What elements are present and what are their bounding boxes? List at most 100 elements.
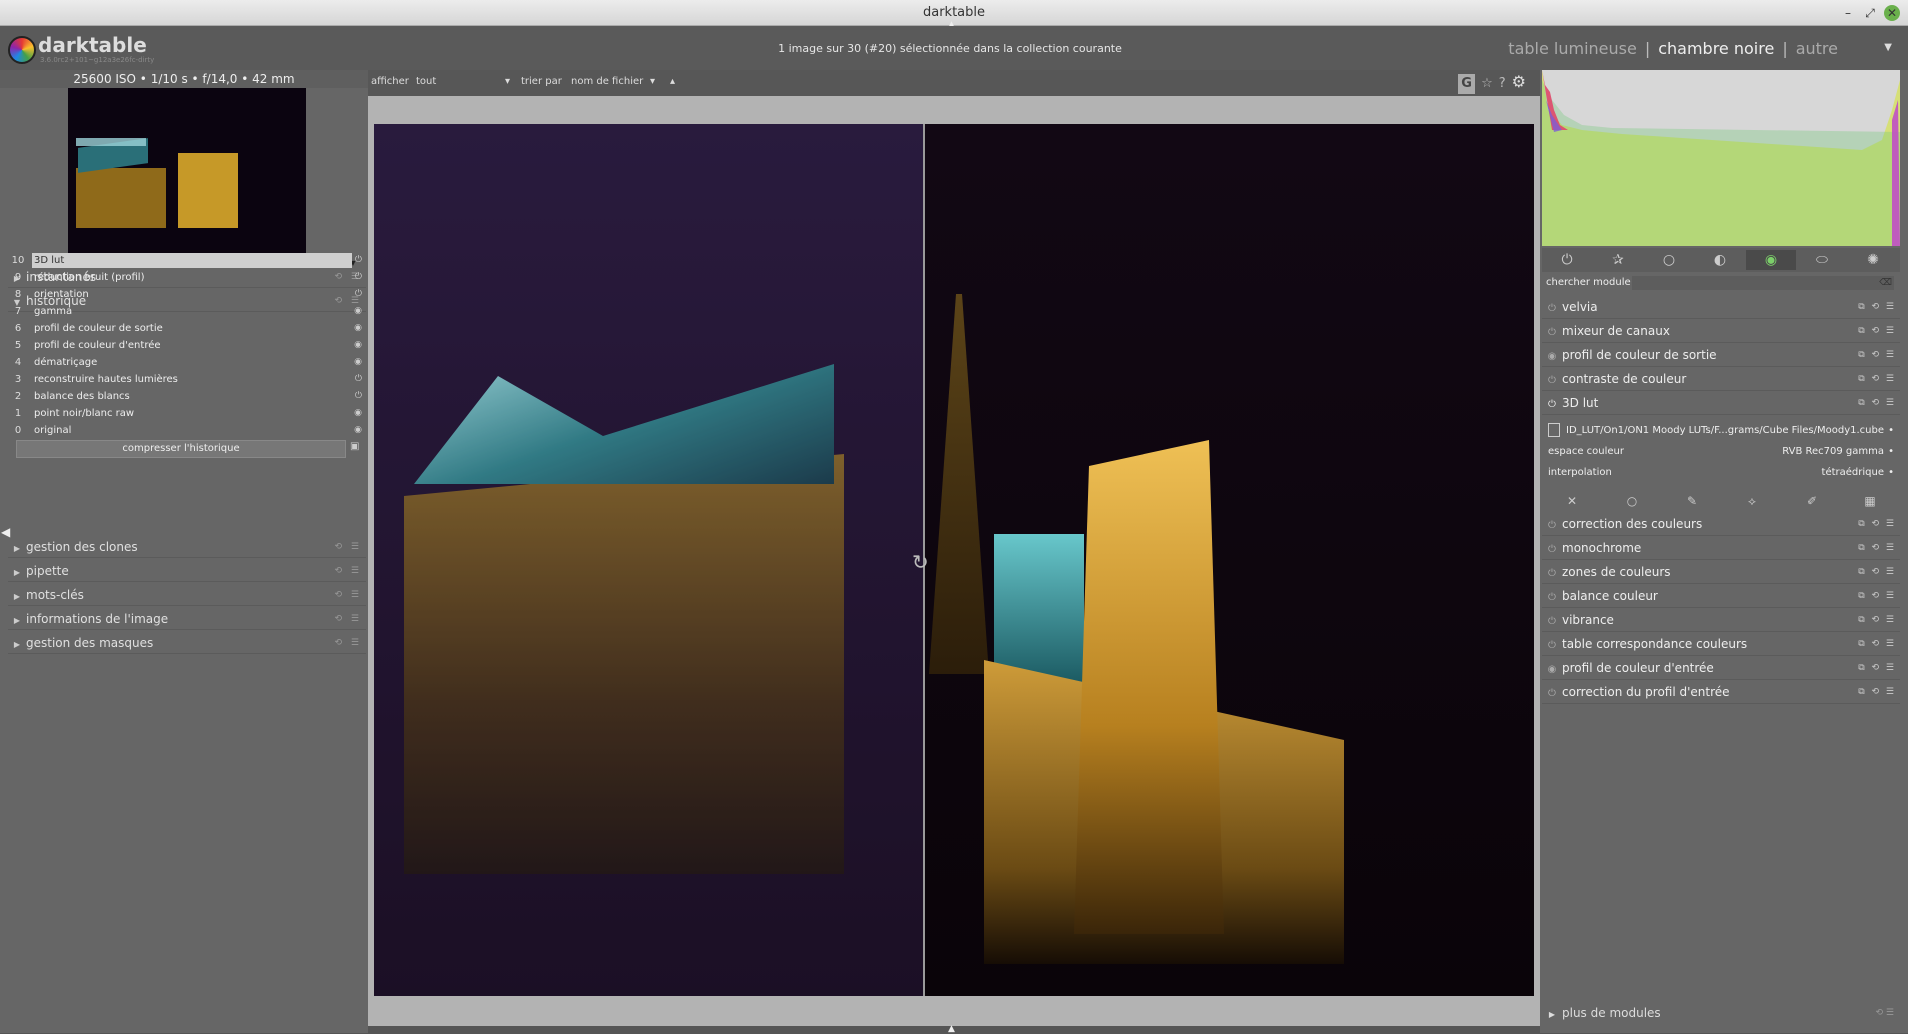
module-actions-icon[interactable]: ⧉ ⟲ ☰	[1858, 512, 1896, 536]
module-monochrome[interactable]: ⏻ monochrome ⧉ ⟲ ☰	[1542, 536, 1900, 560]
active-modules-icon[interactable]: ⏻	[1542, 250, 1592, 270]
module-reset-icon[interactable]: ⟲ ☰	[335, 584, 362, 606]
history-item[interactable]: 3 reconstruire hautes lumières ⏻	[8, 371, 366, 388]
clear-search-icon[interactable]: ⌫	[1879, 274, 1892, 292]
power-icon[interactable]: ⏻	[1542, 586, 1562, 610]
color-group-icon[interactable]: ◉	[1746, 250, 1796, 270]
module-actions-icon[interactable]: ⧉ ⟲ ☰	[1858, 560, 1896, 584]
module-actions-icon[interactable]: ⧉ ⟲ ☰	[1858, 680, 1896, 704]
module-mixeur-canaux[interactable]: ⏻ mixeur de canaux ⧉ ⟲ ☰	[1542, 319, 1900, 343]
history-item[interactable]: 8 orientation ⏻	[8, 286, 366, 303]
module-reset-icon[interactable]: ⟲ ☰	[1876, 1002, 1894, 1024]
sort-dropdown[interactable]: nom de fichier	[571, 76, 643, 87]
module-contraste-couleur[interactable]: ⏻ contraste de couleur ⧉ ⟲ ☰	[1542, 367, 1900, 391]
gear-icon[interactable]: ⚙	[1512, 72, 1526, 91]
module-actions-icon[interactable]: ⧉ ⟲ ☰	[1858, 632, 1896, 656]
power-icon[interactable]: ⏻	[1542, 538, 1562, 562]
module-pipette[interactable]: ▶ pipette ⟲ ☰	[8, 560, 366, 582]
grouping-toggle[interactable]: G	[1458, 74, 1476, 94]
module-correction-profil-entree[interactable]: ⏻ correction du profil d'entrée ⧉ ⟲ ☰	[1542, 680, 1900, 704]
minimize-icon[interactable]: –	[1838, 3, 1858, 23]
history-style-icon[interactable]: ▣	[350, 441, 359, 452]
history-item[interactable]: 9 réduction bruit (profil) ⏻	[8, 269, 366, 286]
histogram[interactable]	[1542, 70, 1900, 246]
module-actions-icon[interactable]: ⧉ ⟲ ☰	[1858, 367, 1896, 391]
module-actions-icon[interactable]: ⧉ ⟲ ☰	[1858, 608, 1896, 632]
colorspace-combo[interactable]: espace couleur RVB Rec709 gamma •	[1548, 443, 1894, 461]
compress-history-button[interactable]: compresser l'historique	[16, 440, 346, 458]
view-other[interactable]: autre	[1796, 39, 1838, 58]
module-table-correspondance[interactable]: ⏻ table correspondance couleurs ⧉ ⟲ ☰	[1542, 632, 1900, 656]
power-icon[interactable]: ⏻	[1542, 321, 1562, 345]
module-reset-icon[interactable]: ⟲ ☰	[335, 560, 362, 582]
module-profil-sortie[interactable]: ◉ profil de couleur de sortie ⧉ ⟲ ☰	[1542, 343, 1900, 367]
parametric-mask-icon[interactable]: ⟡	[1722, 494, 1782, 509]
module-profil-entree[interactable]: ◉ profil de couleur d'entrée ⧉ ⟲ ☰	[1542, 656, 1900, 680]
module-reset-icon[interactable]: ⟲ ☰	[335, 608, 362, 630]
module-correction-couleurs[interactable]: ⏻ correction des couleurs ⧉ ⟲ ☰	[1542, 512, 1900, 536]
history-item[interactable]: 10 3D lut ⏻	[8, 252, 366, 269]
power-on-icon[interactable]: ⏻	[1542, 393, 1562, 417]
module-gestion-des-clones[interactable]: ▶ gestion des clones ⟲ ☰	[8, 536, 366, 558]
history-item[interactable]: 7 gamma ◉	[8, 303, 366, 320]
power-icon[interactable]: ⏻	[1542, 369, 1562, 393]
correct-group-icon[interactable]: ⬭	[1797, 250, 1847, 270]
rotate-split-icon[interactable]: ↻	[912, 550, 929, 574]
module-actions-icon[interactable]: ⧉ ⟲ ☰	[1858, 319, 1896, 343]
power-icon[interactable]: ⏻	[1542, 297, 1562, 321]
dropdown-arrow-icon[interactable]: ▾	[650, 76, 655, 87]
interpolation-combo[interactable]: interpolation tétraédrique •	[1548, 464, 1894, 482]
history-item[interactable]: 1 point noir/blanc raw ◉	[8, 405, 366, 422]
module-reset-icon[interactable]: ⟲ ☰	[335, 536, 362, 558]
more-modules[interactable]: ▶ plus de modules ⟲ ☰	[1542, 1002, 1900, 1024]
drawn-mask-icon[interactable]: ✎	[1662, 494, 1722, 508]
history-item[interactable]: 4 dématriçage ◉	[8, 354, 366, 371]
module-3d-lut[interactable]: ⏻ 3D lut ⧉ ⟲ ☰	[1542, 391, 1900, 415]
power-icon[interactable]: ⏻	[1542, 562, 1562, 586]
module-gestion-des-masques[interactable]: ▶ gestion des masques ⟲ ☰	[8, 632, 366, 654]
history-item[interactable]: 2 balance des blancs ⏻	[8, 388, 366, 405]
history-item[interactable]: 5 profil de couleur d'entrée ◉	[8, 337, 366, 354]
navigation-thumbnail[interactable]	[68, 88, 306, 268]
view-dropdown-icon[interactable]: ▼	[1884, 42, 1892, 53]
sort-order-icon[interactable]: ▴	[670, 76, 675, 87]
uniform-blend-icon[interactable]: ○	[1602, 494, 1662, 508]
view-lighttable[interactable]: table lumineuse	[1508, 39, 1637, 58]
history-item[interactable]: 6 profil de couleur de sortie ◉	[8, 320, 366, 337]
module-actions-icon[interactable]: ⧉ ⟲ ☰	[1858, 295, 1896, 319]
tone-group-icon[interactable]: ◐	[1695, 250, 1745, 270]
power-icon[interactable]: ⏻	[1542, 682, 1562, 706]
help-icon[interactable]: ?	[1499, 76, 1506, 91]
image-preview[interactable]	[374, 124, 1534, 996]
module-actions-icon[interactable]: ⧉ ⟲ ☰	[1858, 343, 1896, 367]
lut-file-selector[interactable]: ID_LUT/On1/ON1 Moody LUTs/F...grams/Cube…	[1548, 422, 1894, 440]
raster-mask-icon[interactable]: ▦	[1840, 494, 1900, 508]
show-filter-dropdown[interactable]: tout	[416, 76, 436, 87]
module-actions-icon[interactable]: ⧉ ⟲ ☰	[1858, 536, 1896, 560]
power-icon[interactable]: ⏻	[1542, 634, 1562, 658]
module-balance-couleur[interactable]: ⏻ balance couleur ⧉ ⟲ ☰	[1542, 584, 1900, 608]
module-reset-icon[interactable]: ⟲ ☰	[335, 632, 362, 654]
favorites-icon[interactable]: ✰	[1593, 250, 1643, 270]
module-informations-image[interactable]: ▶ informations de l'image ⟲ ☰	[8, 608, 366, 630]
blend-off-icon[interactable]: ✕	[1542, 494, 1602, 508]
module-actions-icon[interactable]: ⧉ ⟲ ☰	[1858, 656, 1896, 680]
base-group-icon[interactable]: ○	[1644, 250, 1694, 270]
drawn-parametric-mask-icon[interactable]: ✐	[1782, 494, 1842, 508]
module-zones-couleurs[interactable]: ⏻ zones de couleurs ⧉ ⟲ ☰	[1542, 560, 1900, 584]
view-darkroom[interactable]: chambre noire	[1658, 39, 1774, 58]
star-icon[interactable]: ☆	[1481, 76, 1493, 91]
power-icon[interactable]: ⏻	[1542, 610, 1562, 634]
history-item[interactable]: 0 original ◉	[8, 422, 366, 439]
close-icon[interactable]: ✕	[1884, 5, 1900, 21]
module-mots-cles[interactable]: ▶ mots-clés ⟲ ☰	[8, 584, 366, 606]
module-velvia[interactable]: ⏻ velvia ⧉ ⟲ ☰	[1542, 295, 1900, 319]
module-actions-icon[interactable]: ⧉ ⟲ ☰	[1858, 391, 1896, 415]
dropdown-arrow-icon[interactable]: ▾	[505, 76, 510, 87]
module-actions-icon[interactable]: ⧉ ⟲ ☰	[1858, 584, 1896, 608]
effect-group-icon[interactable]: ✺	[1848, 250, 1898, 270]
maximize-icon[interactable]: ⤢	[1860, 3, 1880, 23]
module-vibrance[interactable]: ⏻ vibrance ⧉ ⟲ ☰	[1542, 608, 1900, 632]
search-input[interactable]	[1632, 276, 1894, 290]
power-icon[interactable]: ⏻	[1542, 514, 1562, 538]
